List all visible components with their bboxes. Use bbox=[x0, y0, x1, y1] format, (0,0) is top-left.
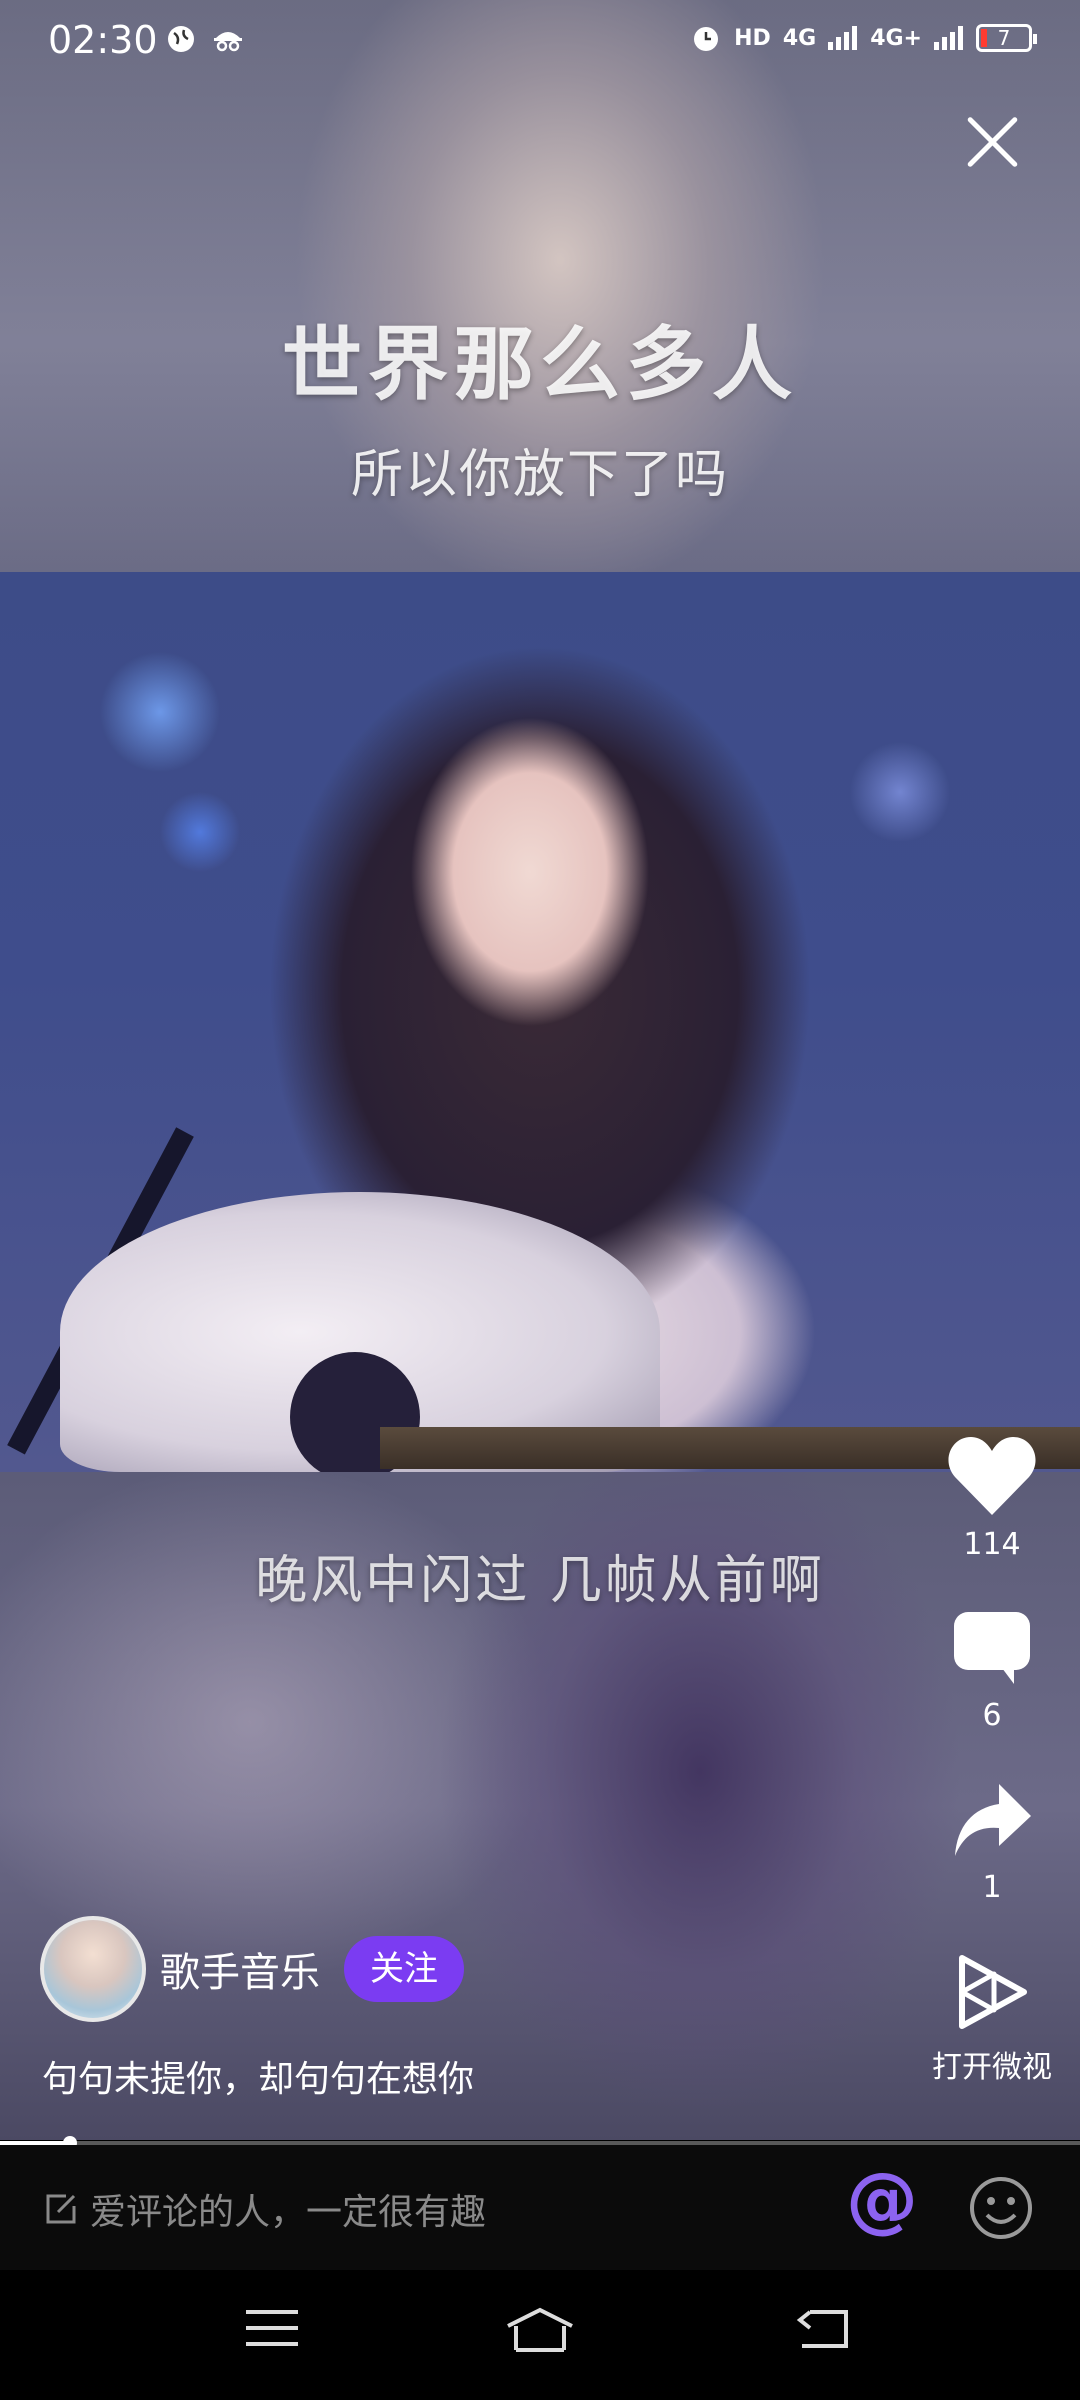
comment-icon bbox=[954, 1612, 1030, 1684]
back-icon[interactable] bbox=[796, 2306, 852, 2350]
menu-icon[interactable] bbox=[244, 2306, 300, 2350]
status-icons-left bbox=[166, 24, 244, 54]
video-description: 句句未提你，却句句在想你 bbox=[42, 2059, 475, 2100]
navigation-bar bbox=[0, 2270, 1080, 2400]
open-weishi-label: 打开微视 bbox=[932, 2050, 1052, 2085]
comment-button[interactable]: 6 bbox=[930, 1608, 1054, 1733]
weishi-logo-icon bbox=[959, 1955, 1027, 2029]
comment-bar: 爱评论的人，一定很有趣 @ bbox=[0, 2145, 1080, 2270]
alarm-icon bbox=[694, 27, 719, 51]
status-time: 02:30 bbox=[48, 18, 158, 62]
home-icon[interactable] bbox=[504, 2306, 576, 2354]
video-frame[interactable] bbox=[0, 572, 1080, 1482]
heart-icon bbox=[948, 1437, 1036, 1515]
incognito-icon bbox=[214, 32, 242, 52]
status-bar: 02:30 HD 4G 4G+ 7 bbox=[0, 0, 1080, 84]
comment-placeholder: 爱评论的人，一定很有趣 bbox=[90, 2192, 487, 2233]
avatar[interactable] bbox=[40, 1916, 146, 2022]
mention-icon[interactable]: @ bbox=[846, 2163, 918, 2235]
signal-4g-plus-icon: 4G+ bbox=[870, 25, 922, 51]
share-count: 1 bbox=[982, 1870, 1002, 1905]
emoji-icon[interactable] bbox=[968, 2175, 1034, 2241]
video-caption-top-1: 世界那么多人 bbox=[282, 318, 798, 411]
share-icon bbox=[955, 1784, 1031, 1856]
signal-bars-icon bbox=[828, 26, 858, 50]
follow-button[interactable]: 关注 bbox=[344, 1936, 464, 2002]
edit-icon bbox=[46, 2194, 76, 2224]
author-row: 歌手音乐 关注 bbox=[40, 1916, 464, 2022]
signal-4g-icon: 4G bbox=[782, 25, 817, 51]
like-count: 114 bbox=[963, 1527, 1021, 1562]
like-button[interactable]: 114 bbox=[930, 1435, 1054, 1562]
status-icons-right: HD 4G 4G+ 7 bbox=[690, 22, 1037, 54]
globe-icon bbox=[168, 26, 194, 52]
video-caption-bottom: 晚风中闪过 几帧从前啊 bbox=[255, 1551, 825, 1611]
comment-count: 6 bbox=[982, 1698, 1002, 1733]
hd-icon: HD bbox=[734, 25, 771, 51]
battery-icon: 7 bbox=[976, 24, 1037, 52]
signal-bars-2-icon bbox=[934, 26, 963, 50]
open-weishi-button[interactable]: 打开微视 bbox=[930, 1952, 1054, 2086]
battery-level: 7 bbox=[997, 26, 1011, 50]
close-button[interactable] bbox=[962, 112, 1022, 172]
video-caption-top-2: 所以你放下了吗 bbox=[350, 445, 729, 505]
author-name[interactable]: 歌手音乐 bbox=[160, 1940, 320, 1998]
comment-input[interactable]: 爱评论的人，一定很有趣 bbox=[44, 2183, 486, 2235]
share-button[interactable]: 1 bbox=[930, 1780, 1054, 1905]
